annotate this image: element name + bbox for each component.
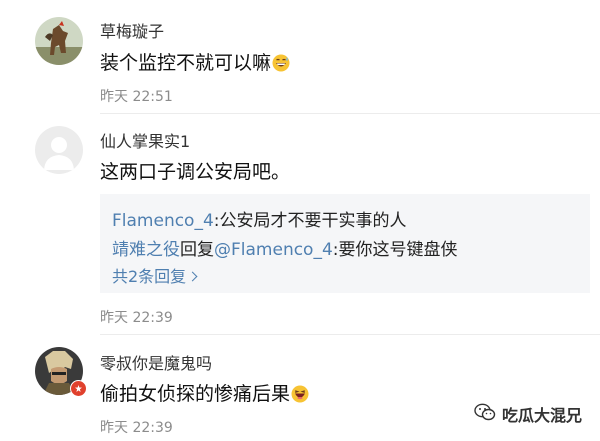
chevron-right-icon xyxy=(187,271,198,282)
comment-username[interactable]: 仙人掌果实1 xyxy=(100,128,190,152)
reply-item: Flamenco_4:公安局才不要干实事的人 xyxy=(112,206,407,231)
comment-text: 装个监控不就可以嘛 xyxy=(100,52,272,74)
comment-username[interactable]: 零叔你是魔鬼吗 xyxy=(100,350,212,374)
comment-username[interactable]: 草梅璇子 xyxy=(100,18,164,42)
reply-username[interactable]: 靖难之役 xyxy=(112,240,180,260)
avatar[interactable] xyxy=(35,17,83,65)
reply-box: Flamenco_4:公安局才不要干实事的人 靖难之役回复@Flamenco_4… xyxy=(100,194,590,293)
divider xyxy=(100,334,600,335)
more-replies-link[interactable]: 共2条回复 xyxy=(112,263,198,287)
laughing-emoji xyxy=(291,385,309,408)
comment-time: 昨天 22:39 xyxy=(100,310,173,326)
reply-verb: 回复 xyxy=(180,240,214,260)
watermark: 吃瓜大混兄 xyxy=(474,402,582,426)
grinning-sweat-emoji xyxy=(272,54,290,77)
default-avatar[interactable] xyxy=(35,126,83,174)
verified-badge-icon xyxy=(70,380,87,397)
reply-text: :要你这号键盘侠 xyxy=(332,240,458,260)
reply-mention[interactable]: @Flamenco_4 xyxy=(214,240,333,260)
watermark-text: 吃瓜大混兄 xyxy=(501,406,582,425)
divider xyxy=(100,113,600,114)
comment-content: 装个监控不就可以嘛 xyxy=(100,48,290,77)
comment-content: 这两口子调公安局吧。 xyxy=(100,161,291,183)
more-replies-label: 共2条回复 xyxy=(112,267,187,286)
reply-username[interactable]: Flamenco_4 xyxy=(112,211,214,231)
comment-content: 偷拍女侦探的惨痛后果 xyxy=(100,379,309,408)
comment-time: 昨天 22:39 xyxy=(100,420,173,436)
wechat-icon xyxy=(474,403,496,425)
reply-text: :公安局才不要干实事的人 xyxy=(213,211,407,231)
comment-text: 偷拍女侦探的惨痛后果 xyxy=(100,383,291,405)
comment-time: 昨天 22:51 xyxy=(100,89,173,105)
reply-item: 靖难之役回复@Flamenco_4:要你这号键盘侠 xyxy=(112,235,458,260)
